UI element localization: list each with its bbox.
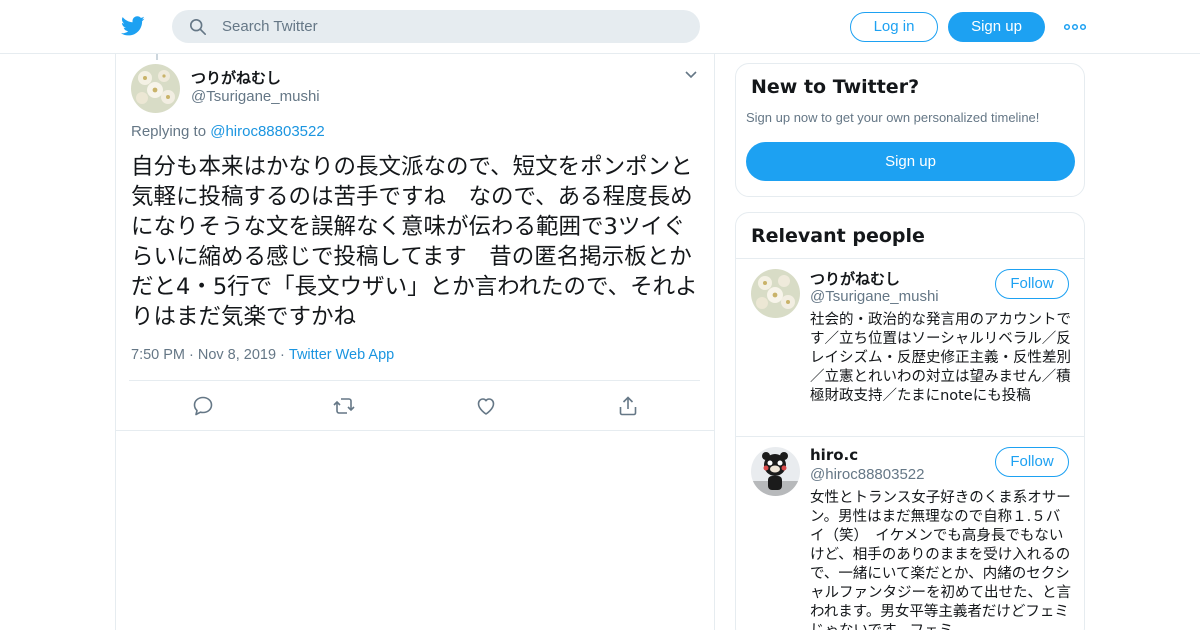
divider xyxy=(129,380,700,381)
top-nav-bar: Log in Sign up xyxy=(0,0,1200,54)
search-input[interactable] xyxy=(222,10,682,43)
person-item[interactable]: つりがねむし @Tsurigane_mushi Follow 社会的・政治的な発… xyxy=(736,259,1084,436)
separator: · xyxy=(189,347,194,363)
tweet-date[interactable]: Nov 8, 2019 xyxy=(198,347,276,363)
reply-icon[interactable] xyxy=(191,394,215,418)
follow-button[interactable]: Follow xyxy=(995,447,1069,477)
person-item[interactable]: hiro.c @hiroc88803522 Follow 女性とトランス女子好き… xyxy=(736,437,1084,630)
replying-to: Replying to @hiroc88803522 xyxy=(131,123,325,140)
login-button[interactable]: Log in xyxy=(850,12,938,42)
replying-to-link[interactable]: @hiroc88803522 xyxy=(210,123,324,140)
avatar-image xyxy=(751,269,800,318)
person-handle[interactable]: @hiroc88803522 xyxy=(810,466,924,483)
more-dots-icon[interactable] xyxy=(1064,19,1086,35)
tweet-actions xyxy=(116,394,716,418)
relevant-people-card: Relevant people つりがねむし @Tsurigane_mushi … xyxy=(735,212,1085,630)
sidebar-signup-button[interactable]: Sign up xyxy=(746,142,1075,181)
author-handle[interactable]: @Tsurigane_mushi xyxy=(191,88,320,105)
avatar-image xyxy=(131,64,180,113)
search-icon xyxy=(189,18,207,36)
tweet-metadata: 7:50 PM · Nov 8, 2019 · Twitter Web App xyxy=(131,347,394,363)
person-bio: 社会的・政治的な発言用のアカウントです／立ち位置はソーシャルリベラル／反レイシズ… xyxy=(810,312,1071,404)
avatar-image xyxy=(751,447,800,496)
new-to-twitter-card: New to Twitter? Sign up now to get your … xyxy=(735,63,1085,197)
person-handle[interactable]: @Tsurigane_mushi xyxy=(810,288,939,305)
person-name[interactable]: つりがねむし xyxy=(810,268,900,289)
tweet-text: 自分も本来はかなりの長文派なので、短文をポンポンと気軽に投稿するのは苦手ですね … xyxy=(131,154,698,330)
author-name[interactable]: つりがねむし xyxy=(191,67,281,88)
card-subtitle: Sign up now to get your own personalized… xyxy=(746,110,1040,125)
share-icon[interactable] xyxy=(616,394,640,418)
search-box[interactable] xyxy=(172,10,700,43)
replying-prefix: Replying to xyxy=(131,123,211,140)
thread-connector xyxy=(156,54,158,60)
avatar[interactable] xyxy=(751,269,800,318)
twitter-bird-icon[interactable] xyxy=(120,14,146,38)
tweet-column: つりがねむし @Tsurigane_mushi Replying to @hir… xyxy=(115,54,715,630)
separator: · xyxy=(280,347,285,363)
avatar[interactable] xyxy=(131,64,180,113)
tweet-source[interactable]: Twitter Web App xyxy=(289,347,394,363)
divider xyxy=(116,430,714,431)
person-bio: 女性とトランス女子好きのくま系オサーン。男性はまだ無理なので自称１.５バイ（笑）… xyxy=(810,490,1071,630)
tweet-time[interactable]: 7:50 PM xyxy=(131,347,185,363)
person-name[interactable]: hiro.c xyxy=(810,446,858,464)
retweet-icon[interactable] xyxy=(332,394,356,418)
card-title: Relevant people xyxy=(751,225,925,247)
like-heart-icon[interactable] xyxy=(474,394,498,418)
signup-button[interactable]: Sign up xyxy=(948,12,1045,42)
card-title: New to Twitter? xyxy=(751,76,920,98)
chevron-down-icon[interactable] xyxy=(684,70,698,80)
avatar[interactable] xyxy=(751,447,800,496)
follow-button[interactable]: Follow xyxy=(995,269,1069,299)
